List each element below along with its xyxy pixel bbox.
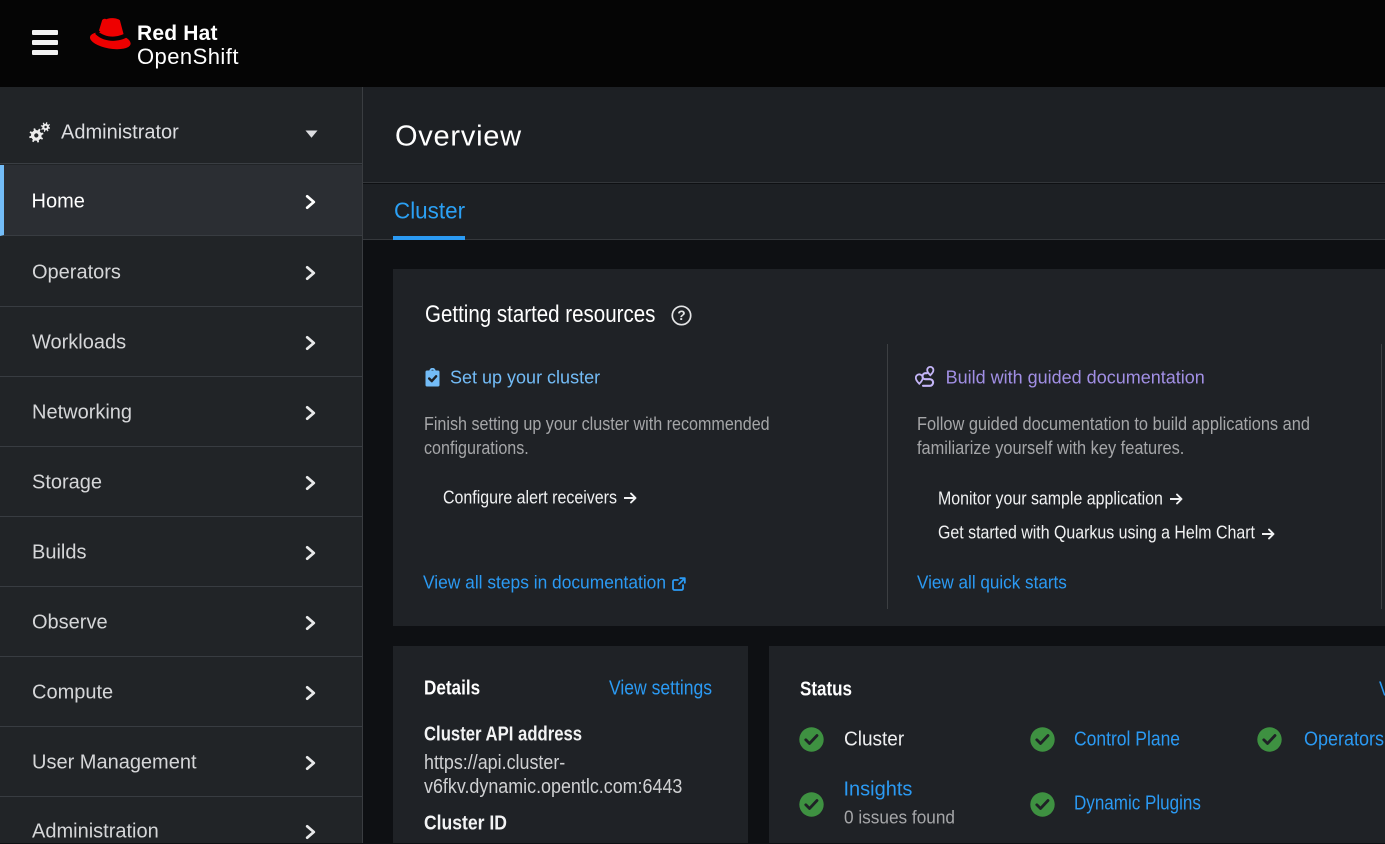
svg-text:?: ?: [677, 308, 685, 323]
